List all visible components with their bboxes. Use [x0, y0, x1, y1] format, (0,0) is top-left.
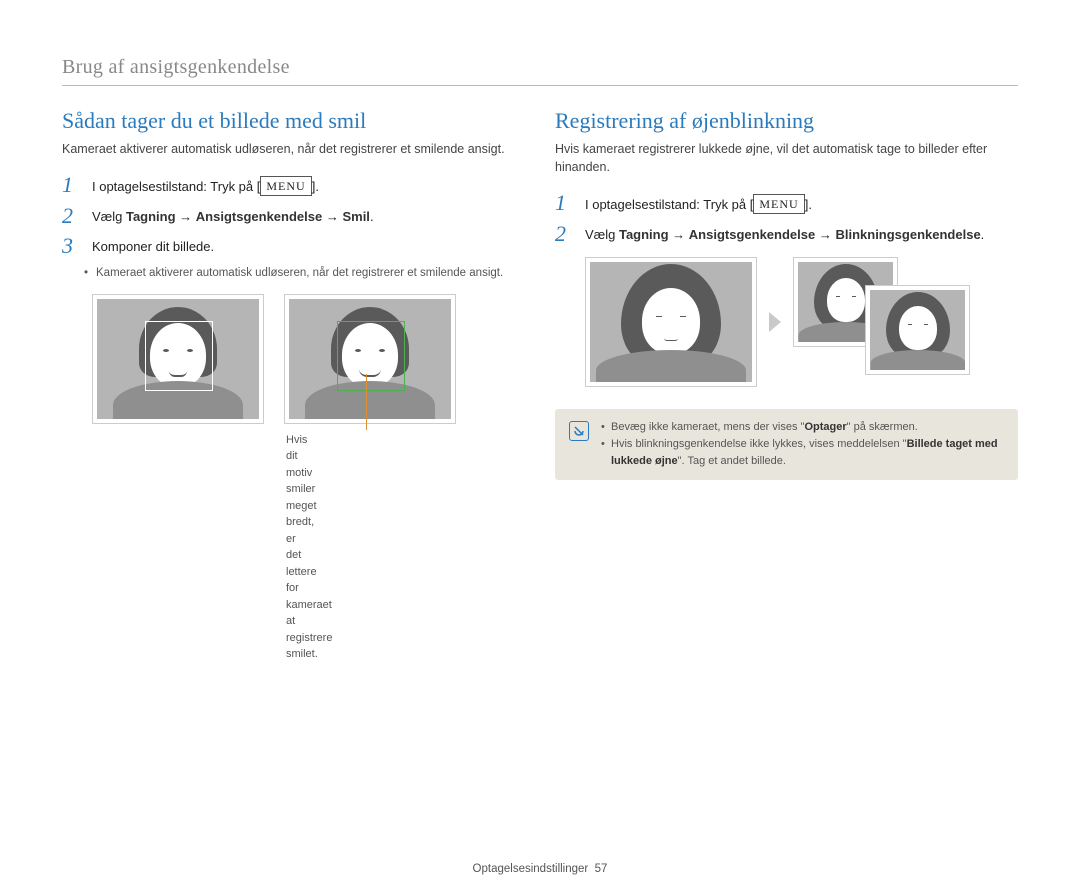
step-3-bullet: Kameraet aktiverer automatisk udløseren,… [62, 265, 525, 282]
page-number: 57 [595, 863, 608, 875]
arrow: → [322, 209, 342, 224]
callout-line [366, 374, 367, 430]
step-number: 2 [62, 205, 82, 227]
text: . [981, 227, 985, 242]
arrow: → [669, 227, 689, 242]
path-ansigt: Ansigtsgenkendelse [689, 227, 815, 242]
smile-detect-rect [337, 321, 405, 391]
step-1-right: 1 I optagelsestilstand: Tryk på [MENU]. [555, 192, 1018, 215]
heading-blink: Registrering af øjenblinkning [555, 108, 1018, 134]
step-body: I optagelsestilstand: Tryk på [MENU]. [585, 192, 812, 215]
photo-smile [284, 294, 456, 424]
path-ansigt: Ansigtsgenkendelse [196, 209, 322, 224]
arrow: → [176, 209, 196, 224]
footer-label: Optagelsesindstillinger [473, 863, 589, 875]
step-number: 3 [62, 235, 82, 257]
path-tagning: Tagning [126, 209, 176, 224]
lead-smile: Kameraet aktiverer automatisk udløseren,… [62, 140, 525, 158]
text: . [370, 209, 374, 224]
note-item: Hvis blinkningsgenkendelse ikke lykkes, … [601, 436, 1004, 470]
heading-smile: Sådan tager du et billede med smil [62, 108, 525, 134]
step-body: Vælg Tagning → Ansigtsgenkendelse → Smil… [92, 205, 374, 227]
section-smile: Sådan tager du et billede med smil Kamer… [62, 108, 525, 663]
photo-result-b [865, 285, 970, 375]
text: I optagelsestilstand: Tryk på [ [585, 197, 753, 212]
path-tagning: Tagning [619, 227, 669, 242]
text: " på skærmen. [847, 421, 918, 433]
note-box: Bevæg ikke kameraet, mens der vises "Opt… [555, 409, 1018, 480]
lead-blink: Hvis kameraet registrerer lukkede øjne, … [555, 140, 1018, 176]
step-body: Vælg Tagning → Ansigtsgenkendelse → Blin… [585, 223, 984, 245]
text: Vælg [585, 227, 619, 242]
menu-button-label: MENU [753, 194, 804, 214]
step-3-left: 3 Komponer dit billede. [62, 235, 525, 257]
blink-images [555, 257, 1018, 387]
text: Hvis blinkningsgenkendelse ikke lykkes, … [611, 438, 907, 450]
text: Bevæg ikke kameraet, mens der vises " [611, 421, 804, 433]
breadcrumb: Brug af ansigtsgenkendelse [62, 56, 1018, 79]
step-body: Komponer dit billede. [92, 235, 214, 257]
photo-eyes-closed [585, 257, 757, 387]
text: Vælg [92, 209, 126, 224]
caption-smile: Hvis dit motiv smiler meget bredt, er de… [62, 432, 286, 663]
step-number: 1 [62, 174, 82, 196]
face-detect-rect [145, 321, 213, 391]
step-1-left: 1 I optagelsestilstand: Tryk på [MENU]. [62, 174, 525, 197]
path-blink: Blinkningsgenkendelse [835, 227, 980, 242]
text: ]. [805, 197, 812, 212]
arrow: → [815, 227, 835, 242]
menu-button-label: MENU [260, 176, 311, 196]
divider [62, 85, 1018, 86]
path-smil: Smil [342, 209, 369, 224]
step-body: I optagelsestilstand: Tryk på [MENU]. [92, 174, 319, 197]
bold: Optager [804, 421, 846, 433]
step-number: 1 [555, 192, 575, 214]
text: I optagelsestilstand: Tryk på [ [92, 179, 260, 194]
section-blink: Registrering af øjenblinkning Hvis kamer… [555, 108, 1018, 663]
page-footer: Optagelsesindstillinger 57 [62, 863, 1018, 875]
photo-neutral [92, 294, 264, 424]
note-icon [569, 421, 589, 441]
arrow-right-icon [769, 312, 781, 332]
text: ]. [312, 179, 319, 194]
photo-pair [793, 257, 973, 387]
step-number: 2 [555, 223, 575, 245]
note-item: Bevæg ikke kameraet, mens der vises "Opt… [601, 419, 1004, 436]
text: ". Tag et andet billede. [678, 455, 786, 467]
smile-images [62, 294, 525, 424]
step-2-right: 2 Vælg Tagning → Ansigtsgenkendelse → Bl… [555, 223, 1018, 245]
step-2-left: 2 Vælg Tagning → Ansigtsgenkendelse → Sm… [62, 205, 525, 227]
